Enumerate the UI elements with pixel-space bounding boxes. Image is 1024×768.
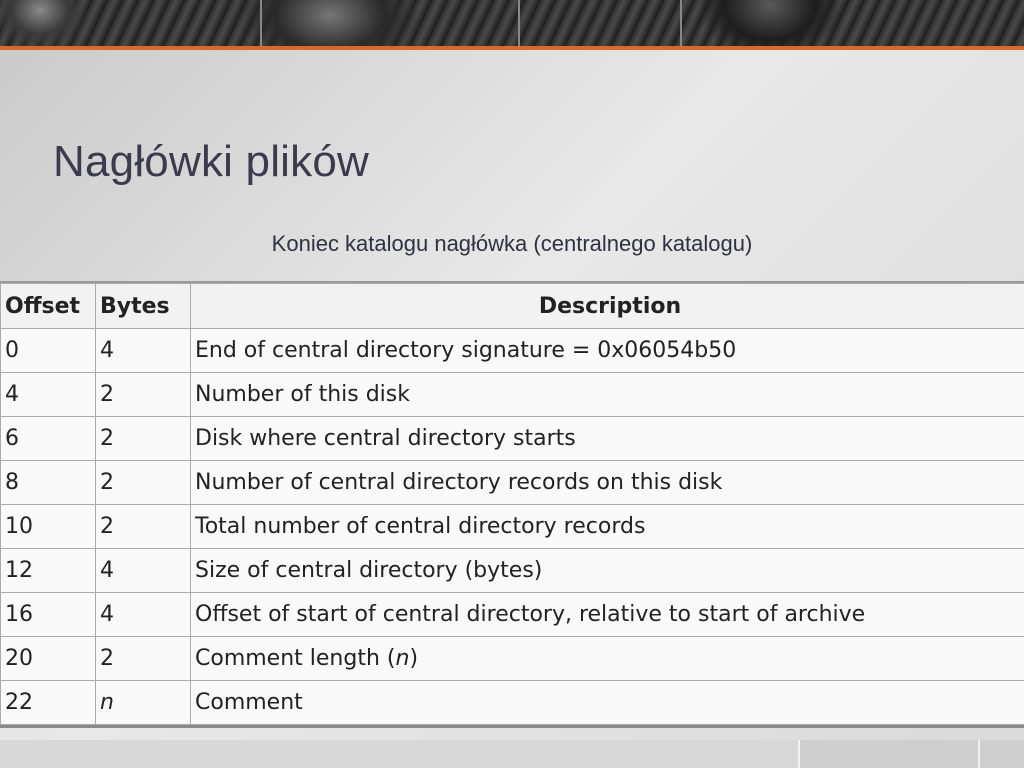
banner-segment (262, 0, 520, 46)
cell-bytes: n (95, 680, 191, 725)
footer-page-box (978, 740, 1024, 768)
cell-description: Total number of central directory record… (190, 504, 1024, 549)
header-banner-image (0, 0, 1024, 46)
column-header-description: Description (190, 283, 1024, 329)
cell-offset: 20 (0, 636, 96, 681)
cell-bytes: 4 (95, 328, 191, 373)
cell-description: Comment (190, 680, 1024, 725)
cell-description: Size of central directory (bytes) (190, 548, 1024, 593)
cell-offset: 10 (0, 504, 96, 549)
cell-bytes: 2 (95, 416, 191, 461)
cell-description: Offset of start of central directory, re… (190, 592, 1024, 637)
variable-n: n (395, 646, 410, 671)
footer-bar (0, 740, 1024, 768)
table-row: 0 4 End of central directory signature =… (0, 328, 1024, 373)
column-header-offset: Offset (0, 283, 96, 329)
banner-segment (520, 0, 682, 46)
cell-offset: 6 (0, 416, 96, 461)
table-row: 6 2 Disk where central directory starts (0, 416, 1024, 461)
cell-bytes: 4 (95, 592, 191, 637)
table-row: 22 n Comment (0, 680, 1024, 725)
table-row: 16 4 Offset of start of central director… (0, 592, 1024, 637)
cell-bytes: 2 (95, 372, 191, 417)
cell-offset: 4 (0, 372, 96, 417)
table-row: 4 2 Number of this disk (0, 372, 1024, 417)
cell-description: Number of this disk (190, 372, 1024, 417)
cell-bytes: 2 (95, 460, 191, 505)
cell-description: Disk where central directory starts (190, 416, 1024, 461)
table-header-row: Offset Bytes Description (0, 283, 1024, 329)
cell-offset: 12 (0, 548, 96, 593)
footer-date-box (798, 740, 978, 768)
description-text: Comment length ( (195, 646, 396, 671)
cell-bytes: 4 (95, 548, 191, 593)
description-text: ) (409, 646, 419, 671)
column-header-bytes: Bytes (95, 283, 191, 329)
cell-description: Comment length (n) (190, 636, 1024, 681)
cell-description: End of central directory signature = 0x0… (190, 328, 1024, 373)
cell-offset: 0 (0, 328, 96, 373)
accent-divider (0, 46, 1024, 50)
cell-description: Number of central directory records on t… (190, 460, 1024, 505)
cell-offset: 8 (0, 460, 96, 505)
header-table-container: Offset Bytes Description 0 4 End of cent… (0, 281, 1024, 728)
eocd-table: Offset Bytes Description 0 4 End of cent… (0, 283, 1024, 725)
cell-bytes: 2 (95, 636, 191, 681)
table-row: 20 2 Comment length (n) (0, 636, 1024, 681)
table-row: 8 2 Number of central directory records … (0, 460, 1024, 505)
slide-subtitle: Koniec katalogu nagłówka (centralnego ka… (271, 231, 753, 256)
cell-offset: 16 (0, 592, 96, 637)
cell-bytes: 2 (95, 504, 191, 549)
banner-segment (0, 0, 262, 46)
cell-offset: 22 (0, 680, 96, 725)
table-row: 12 4 Size of central directory (bytes) (0, 548, 1024, 593)
table-row: 10 2 Total number of central directory r… (0, 504, 1024, 549)
banner-segment (682, 0, 1024, 46)
slide-title: Nagłówki plików (53, 137, 370, 186)
